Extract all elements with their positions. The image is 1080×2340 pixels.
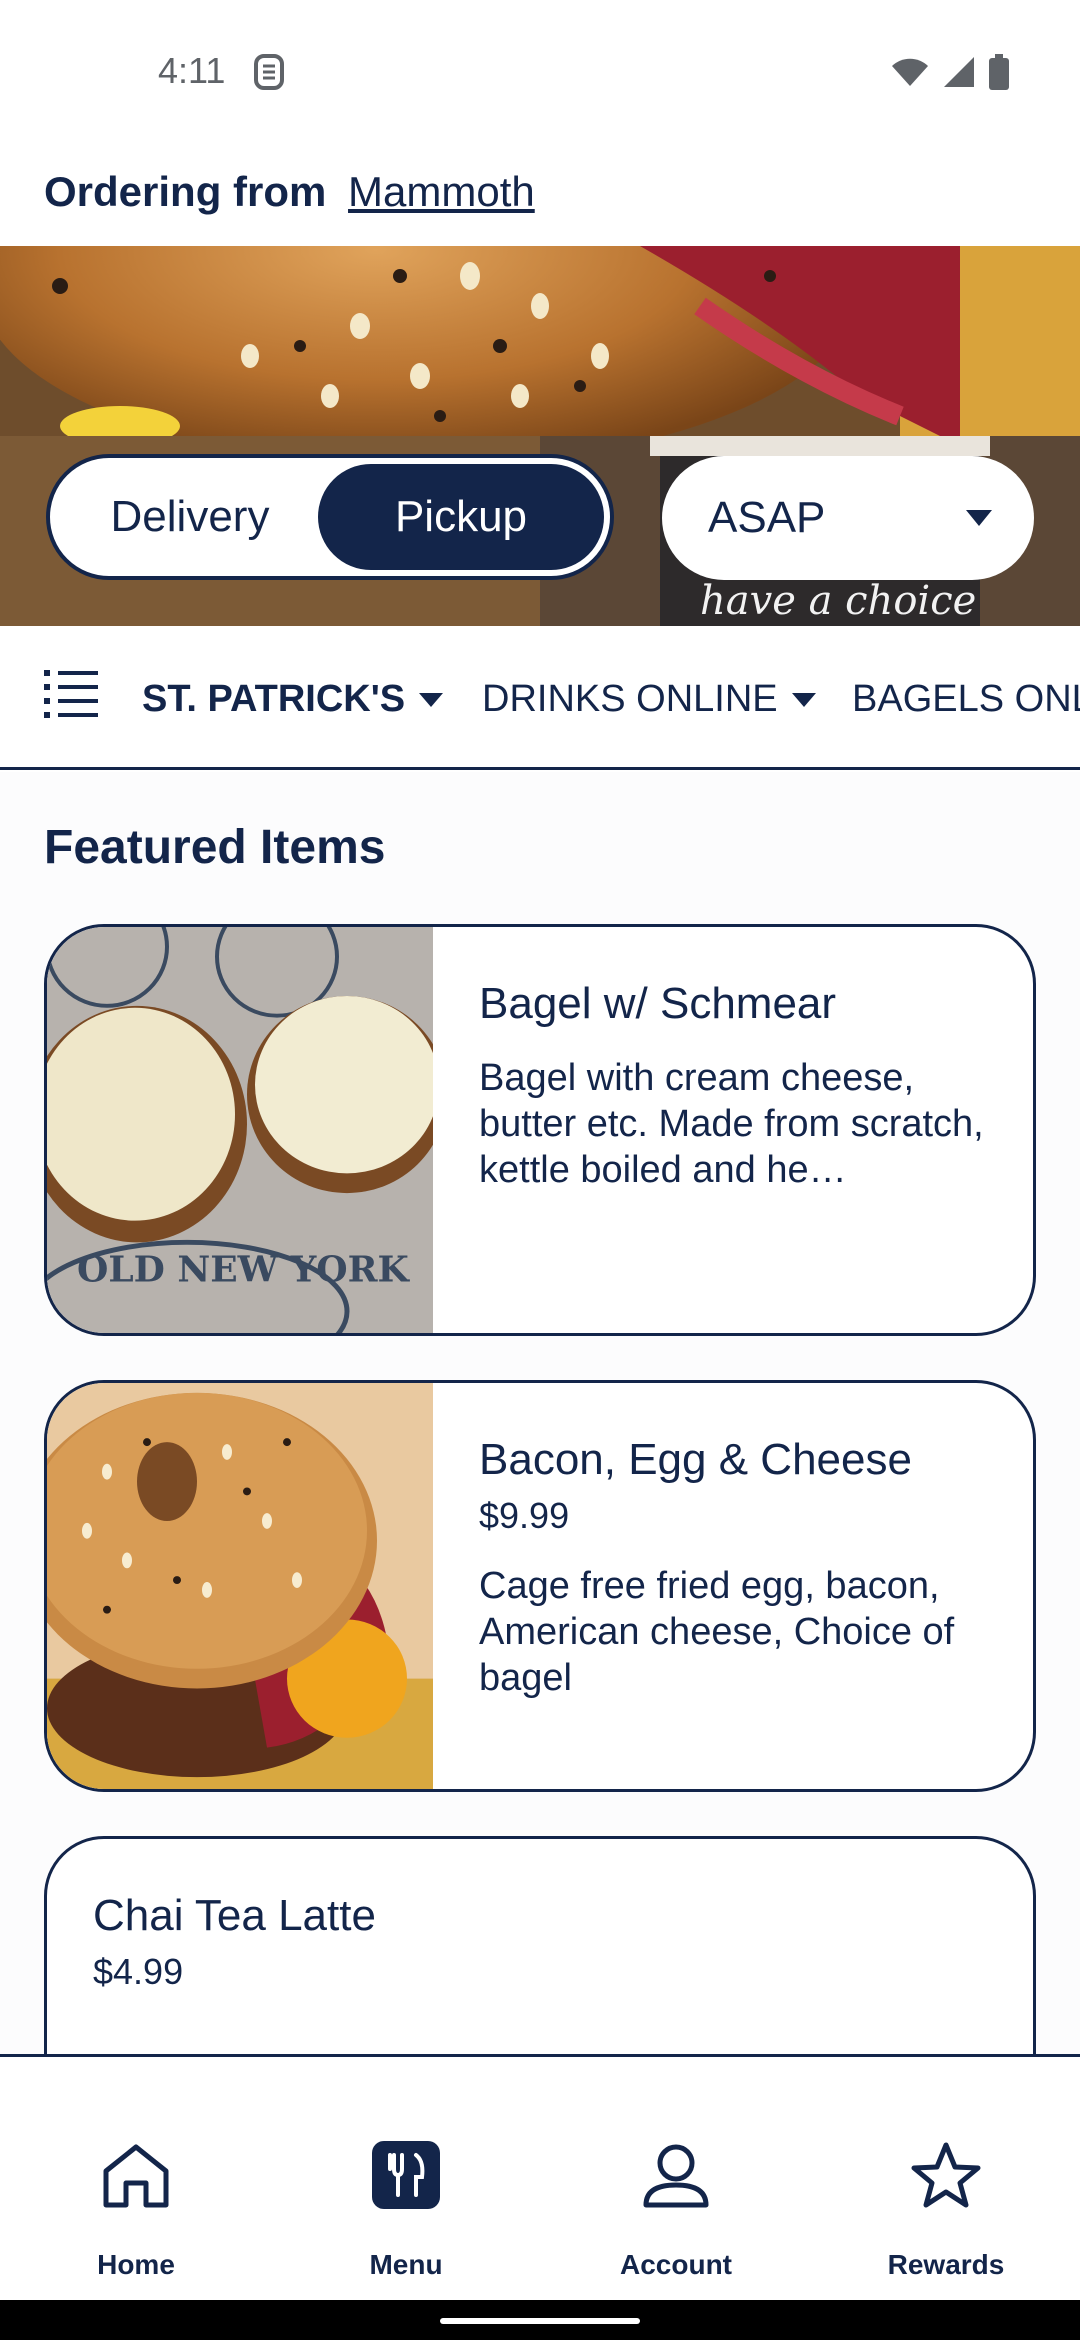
item-info: Bacon, Egg & Cheese $9.99 Cage free frie… [479,1435,993,1701]
category-label: BAGELS ONL [852,678,1080,720]
battery-icon [989,54,1009,90]
ordering-from: Ordering from Mammoth [44,168,535,216]
item-price: $4.99 [93,1951,184,1992]
nav-label: Account [620,2249,732,2280]
menu-content: Featured Items OLD NEW YORK Bagel w/ Sch… [0,772,1080,2054]
item-name: Chai Tea Latte [93,1891,376,1940]
order-time-value: ASAP [708,493,826,542]
category-st-patricks[interactable]: ST. PATRICK'S [142,678,444,721]
caret-down-icon [966,510,992,526]
item-name: Bacon, Egg & Cheese [479,1435,912,1484]
home-icon [103,2144,169,2208]
featured-item-card[interactable]: OLD NEW YORK Bagel w/ Schmear Bagel with… [44,924,1036,1336]
app-notification-icon [254,54,284,90]
status-time: 4:11 [158,50,226,91]
order-time-select[interactable]: ASAP [662,456,1034,580]
caret-down-icon [791,692,816,707]
item-name: Bagel w/ Schmear [479,979,837,1028]
item-description: Cage free fried egg, bacon, American che… [479,1565,955,1699]
nav-menu[interactable]: Menu [306,2141,506,2281]
item-info: Bagel w/ Schmear Bagel with cream cheese… [479,979,993,1193]
wifi-icon [892,58,928,86]
nav-rewards[interactable]: Rewards [846,2141,1046,2281]
nav-label: Rewards [887,2249,1005,2280]
status-bar: 4:11 [0,0,1080,140]
nav-label: Home [97,2249,175,2280]
category-list-icon[interactable] [44,668,98,718]
pickup-option[interactable]: Pickup [318,464,604,570]
nav-label: Menu [369,2249,443,2280]
category-bar: ST. PATRICK'S DRINKS ONLINE BAGELS ONL [0,626,1080,770]
order-mode-toggle: Delivery Pickup [46,454,614,580]
star-icon [911,2142,981,2208]
account-icon [643,2144,709,2208]
menu-utensils-icon [372,2141,440,2209]
nav-account[interactable]: Account [576,2141,776,2281]
gesture-bar [0,2300,1080,2340]
svg-text:have a choice: have a choice [700,578,976,624]
category-drinks-online[interactable]: DRINKS ONLINE [482,678,816,721]
svg-text:OLD NEW YORK: OLD NEW YORK [77,1249,411,1291]
location-link[interactable]: Mammoth [348,168,535,215]
status-icons [890,54,1010,90]
category-bagels-online[interactable]: BAGELS ONL [852,678,1080,721]
bottom-nav: Home Menu Account Rewards [0,2054,1080,2300]
featured-item-card[interactable]: Bacon, Egg & Cheese $9.99 Cage free frie… [44,1380,1036,1792]
item-description: Bagel with cream cheese, butter etc. Mad… [479,1057,984,1191]
category-label: DRINKS ONLINE [482,678,778,720]
item-photo [47,1383,433,1789]
item-info: Chai Tea Latte $4.99 [93,1891,376,1993]
home-gesture-handle[interactable] [440,2318,640,2324]
featured-title: Featured Items [44,821,386,874]
featured-item-card[interactable]: Chai Tea Latte $4.99 [44,1836,1036,2054]
signal-icon [944,57,974,87]
item-photo: OLD NEW YORK [47,927,433,1333]
item-price: $9.99 [479,1495,570,1536]
category-label: ST. PATRICK'S [142,678,406,720]
nav-home[interactable]: Home [36,2141,236,2281]
caret-down-icon [419,692,444,707]
ordering-from-label: Ordering from [44,168,327,215]
delivery-option[interactable]: Delivery [50,458,330,576]
